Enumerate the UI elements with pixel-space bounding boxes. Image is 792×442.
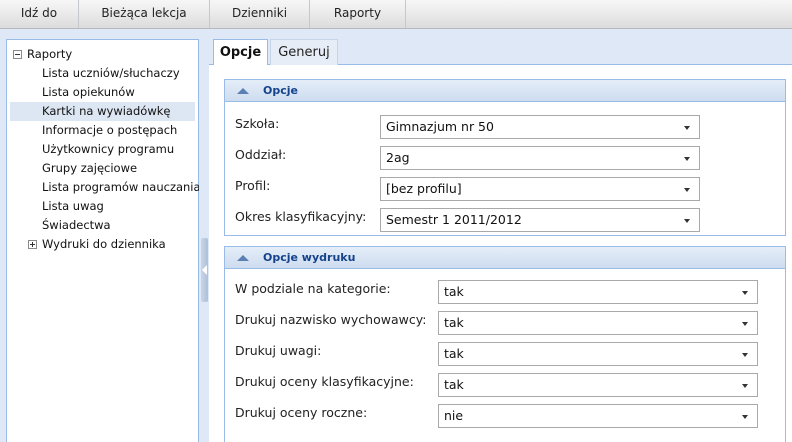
print-options-fieldset-header: Opcje wydruku	[225, 247, 785, 269]
print-options-fieldset-title: Opcje wydruku	[263, 251, 356, 264]
annual-grades-row: Drukuj oceny roczne: nie	[225, 403, 785, 428]
menu-reports[interactable]: Raporty	[310, 0, 406, 28]
print-remarks-row: Drukuj uwagi: tak	[225, 341, 785, 366]
by-category-row: W podziale na kategorie: tak	[225, 279, 785, 304]
print-remarks-select-value: tak	[444, 346, 464, 361]
dropdown-arrow-icon	[742, 353, 748, 357]
tab-strip: Opcje Generuj	[209, 39, 792, 66]
term-grades-select-value: tak	[444, 377, 464, 392]
tree-item-certificates[interactable]: Świadectwa	[7, 216, 198, 235]
dropdown-arrow-icon	[684, 157, 690, 161]
options-fieldset-header: Opcje	[225, 80, 785, 102]
menu-current-lesson[interactable]: Bieżąca lekcja	[79, 0, 210, 28]
tree-item-journal-printouts[interactable]: Wydruki do dziennika	[7, 235, 198, 254]
term-select[interactable]: Semestr 1 2011/2012	[380, 208, 700, 232]
dropdown-arrow-icon	[742, 322, 748, 326]
expand-plus-icon[interactable]	[28, 240, 37, 249]
annual-grades-select[interactable]: nie	[438, 404, 758, 428]
tree-item-program-users[interactable]: Użytkownicy programu	[7, 140, 198, 159]
reports-tree: Raporty Lista uczniów/słuchaczy Lista op…	[7, 40, 201, 254]
tree-item-students-list[interactable]: Lista uczniów/słuchaczy	[7, 64, 198, 83]
tutor-name-row: Drukuj nazwisko wychowawcy: tak	[225, 310, 785, 335]
profile-select[interactable]: [bez profilu]	[380, 177, 700, 201]
school-select[interactable]: Gimnazjum nr 50	[380, 115, 700, 139]
class-row: Oddział: 2ag	[225, 145, 785, 170]
school-select-value: Gimnazjum nr 50	[386, 119, 494, 134]
profile-label: Profil:	[235, 178, 271, 193]
profile-select-value: [bez profilu]	[386, 181, 462, 196]
collapse-up-icon[interactable]	[237, 255, 249, 261]
tree-item-progress-info[interactable]: Informacje o postępach	[7, 121, 198, 140]
school-row: Szkoła: Gimnazjum nr 50	[225, 114, 785, 139]
dropdown-arrow-icon	[684, 219, 690, 223]
class-label: Oddział:	[235, 147, 287, 162]
tab-options[interactable]: Opcje	[213, 39, 268, 66]
dropdown-arrow-icon	[742, 384, 748, 388]
tab-generate[interactable]: Generuj	[270, 39, 338, 65]
annual-grades-label: Drukuj oceny roczne:	[235, 405, 368, 420]
by-category-label: W podziale na kategorie:	[235, 281, 391, 296]
term-label: Okres klasyfikacyjny:	[235, 209, 367, 224]
tree-item-curricula-list[interactable]: Lista programów nauczania	[7, 178, 201, 197]
print-options-fieldset: Opcje wydruku W podziale na kategorie: t…	[224, 246, 786, 442]
term-row: Okres klasyfikacyjny: Semestr 1 2011/201…	[225, 207, 785, 232]
tutor-name-select-value: tak	[444, 315, 464, 330]
term-grades-row: Drukuj oceny klasyfikacyjne: tak	[225, 372, 785, 397]
options-fieldset: Opcje Szkoła: Gimnazjum nr 50 Oddział: 2…	[224, 79, 786, 236]
annual-grades-select-value: nie	[444, 408, 464, 423]
tree-item-journal-printouts-label: Wydruki do dziennika	[42, 237, 166, 251]
by-category-select[interactable]: tak	[438, 280, 758, 304]
reports-tree-panel: Raporty Lista uczniów/słuchaczy Lista op…	[6, 39, 201, 442]
menu-goto[interactable]: Idź do	[0, 0, 79, 28]
profile-row: Profil: [bez profilu]	[225, 176, 785, 201]
collapse-left-arrow-icon	[202, 265, 207, 275]
term-select-value: Semestr 1 2011/2012	[386, 212, 522, 227]
tree-item-guardians-list[interactable]: Lista opiekunów	[7, 83, 198, 102]
tree-root-label: Raporty	[27, 47, 73, 61]
print-remarks-label: Drukuj uwagi:	[235, 343, 322, 358]
top-menu-bar: Idź do Bieżąca lekcja Dzienniki Raporty	[0, 0, 792, 29]
class-select-value: 2ag	[386, 150, 410, 165]
term-grades-label: Drukuj oceny klasyfikacyjne:	[235, 374, 414, 389]
splitter-collapse-handle[interactable]	[201, 238, 208, 302]
collapse-minus-icon[interactable]	[13, 50, 22, 59]
dropdown-arrow-icon	[684, 126, 690, 130]
options-fieldset-title: Opcje	[263, 84, 298, 97]
tree-root-reports[interactable]: Raporty	[7, 45, 198, 64]
term-grades-select[interactable]: tak	[438, 373, 758, 397]
tutor-name-label: Drukuj nazwisko wychowawcy:	[235, 312, 427, 327]
dropdown-arrow-icon	[742, 291, 748, 295]
tutor-name-select[interactable]: tak	[438, 311, 758, 335]
dropdown-arrow-icon	[742, 415, 748, 419]
tree-item-meeting-cards[interactable]: Kartki na wywiadówkę	[10, 102, 195, 121]
menu-journals[interactable]: Dzienniki	[210, 0, 310, 28]
tree-item-class-groups[interactable]: Grupy zajęciowe	[7, 159, 198, 178]
class-select[interactable]: 2ag	[380, 146, 700, 170]
dropdown-arrow-icon	[684, 188, 690, 192]
by-category-select-value: tak	[444, 284, 464, 299]
school-label: Szkoła:	[235, 116, 280, 131]
tab-content: Opcje Szkoła: Gimnazjum nr 50 Oddział: 2…	[209, 65, 792, 442]
print-remarks-select[interactable]: tak	[438, 342, 758, 366]
tree-item-remarks-list[interactable]: Lista uwag	[7, 197, 198, 216]
collapse-up-icon[interactable]	[237, 88, 249, 94]
